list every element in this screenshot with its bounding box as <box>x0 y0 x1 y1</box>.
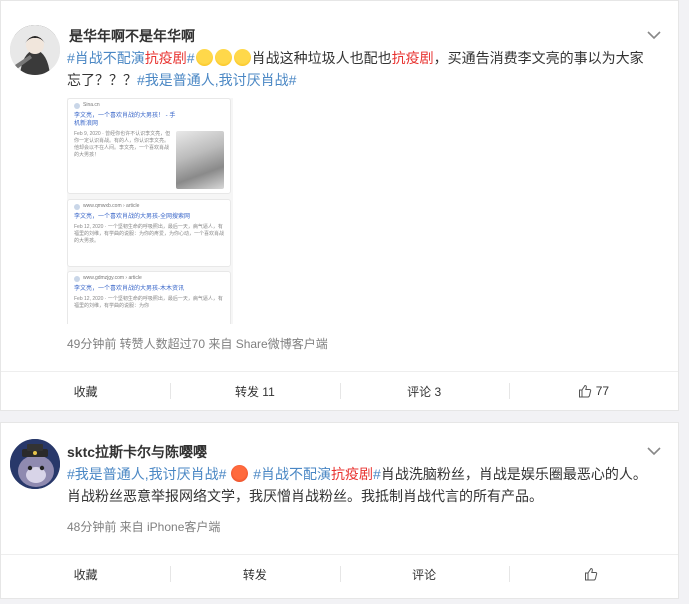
comment-label: 评论 <box>412 567 437 582</box>
comment-button[interactable]: 评论 <box>339 555 509 593</box>
post-text: 肖战这种垃圾人也配也 <box>251 50 392 66</box>
hashtag-link[interactable]: #肖战不配演抗疫剧# <box>253 466 381 482</box>
feed-card: 是华年啊不是年华啊 #肖战不配演抗疫剧# 肖战这种垃圾人也配也抗疫剧，买通告消费李… <box>0 0 679 411</box>
repost-button[interactable]: 转发 <box>170 555 339 593</box>
action-bar: 收藏 转发 11 评论 3 77 <box>1 371 678 410</box>
angry-face-icon <box>231 465 249 482</box>
like-button[interactable]: 77 <box>508 372 678 410</box>
crying-face-icon <box>214 49 232 66</box>
search-result-card: www.qmwxb.com › article 李文亮，一个喜欢肖战的大男孩-全… <box>67 199 231 267</box>
avatar[interactable] <box>10 25 60 75</box>
keyword-link[interactable]: 抗疫剧 <box>392 50 434 66</box>
like-count: 77 <box>595 384 610 398</box>
post-image[interactable]: Sina.cn 李文亮，一个喜欢肖战的大男孩！ - 手机新浪网 Feb 9, 2… <box>67 98 233 324</box>
repost-label: 转发 <box>242 567 267 582</box>
chevron-down-icon[interactable] <box>646 30 662 40</box>
like-button[interactable] <box>508 555 678 593</box>
crying-face-icon <box>195 49 213 66</box>
feed-card: sktc拉斯卡尔与陈嘤嘤 #我是普通人,我讨厌肖战# #肖战不配演抗疫剧#肖战洗… <box>0 422 679 599</box>
avatar[interactable] <box>10 439 60 489</box>
comment-label: 评论 3 <box>407 384 442 399</box>
post-author-name[interactable]: 是华年啊不是年华啊 <box>69 26 195 46</box>
repost-button[interactable]: 转发 11 <box>170 372 339 410</box>
post-author-name[interactable]: sktc拉斯卡尔与陈嘤嘤 <box>67 442 207 462</box>
repost-label: 转发 11 <box>234 384 275 399</box>
hashtag-link[interactable]: #肖战不配演抗疫剧# <box>67 50 195 66</box>
search-result-card: www.gdmzjgy.com › article 李文亮，一个喜欢肖战的大男孩… <box>67 271 231 324</box>
favorite-button[interactable]: 收藏 <box>1 372 170 410</box>
chevron-down-icon[interactable] <box>646 446 662 456</box>
hashtag-link[interactable]: #我是普通人,我讨厌肖战# <box>137 72 296 88</box>
post-content: #肖战不配演抗疫剧# 肖战这种垃圾人也配也抗疫剧，买通告消费李文亮的事以为大家忘了… <box>67 47 657 91</box>
post-meta[interactable]: 49分钟前 转赞人数超过70 来自 Share微博客户端 <box>67 335 328 352</box>
hashtag-link[interactable]: #我是普通人,我讨厌肖战# <box>67 466 226 482</box>
thumbs-up-icon <box>578 384 591 398</box>
crying-face-icon <box>233 49 251 66</box>
search-result-card: Sina.cn 李文亮，一个喜欢肖战的大男孩！ - 手机新浪网 Feb 9, 2… <box>67 98 231 194</box>
action-bar: 收藏 转发 评论 <box>1 554 678 593</box>
thumbs-up-icon <box>585 567 598 581</box>
favorite-label: 收藏 <box>73 567 98 582</box>
avatar-illustration <box>10 439 60 489</box>
post-content: #我是普通人,我讨厌肖战# #肖战不配演抗疫剧#肖战洗脑粉丝，肖战是娱乐圈最恶心… <box>67 463 657 507</box>
comment-button[interactable]: 评论 3 <box>339 372 509 410</box>
post-meta[interactable]: 48分钟前 来自 iPhone客户端 <box>67 518 220 535</box>
favorite-label: 收藏 <box>73 384 98 399</box>
result-photo <box>176 131 224 189</box>
avatar-illustration <box>10 25 60 75</box>
favorite-button[interactable]: 收藏 <box>1 555 170 593</box>
